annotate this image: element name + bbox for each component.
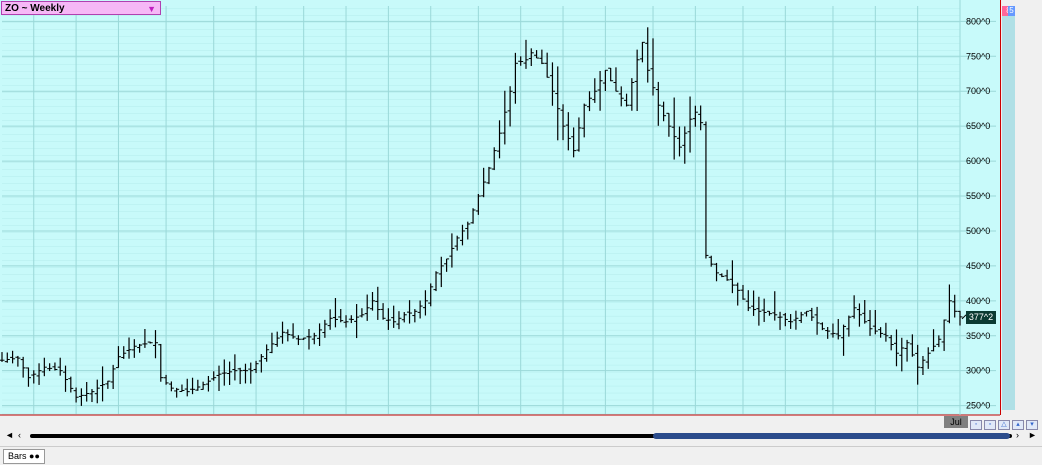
symbol-selector[interactable]: ZO ~ Weekly ▼ (1, 1, 161, 15)
last-price-badge: 377^2 (966, 311, 996, 324)
y-tick-label: 650^0 (966, 121, 990, 131)
scroll-right-small-icon[interactable]: › (1016, 430, 1019, 440)
bars-tab-label: Bars (8, 451, 27, 461)
nav-button-4[interactable]: ▴ (1012, 420, 1024, 430)
nav-button-5[interactable]: ▾ (1026, 420, 1038, 430)
y-tick-label: 400^0 (966, 296, 990, 306)
y-tick-label: 600^0 (966, 156, 990, 166)
y-tick-label: 250^0 (966, 401, 990, 411)
symbol-label: ZO ~ Weekly (5, 3, 65, 14)
y-tick-label: 450^0 (966, 261, 990, 271)
bars-tab[interactable]: Bars ●● (3, 449, 45, 464)
bottom-tab-bar: Bars ●● (0, 446, 1042, 465)
y-tick-label: 800^0 (966, 16, 990, 26)
link-icon: ●● (29, 451, 40, 461)
current-period-marker: Jul (944, 416, 968, 428)
dropdown-arrow-icon[interactable]: ▼ (147, 2, 156, 16)
scroll-left-icon[interactable]: ◄ (5, 430, 14, 440)
scroll-right-icon[interactable]: ► (1028, 430, 1037, 440)
scale-button-5[interactable]: 5 (1008, 6, 1015, 16)
y-tick-label: 700^0 (966, 86, 990, 96)
scroll-left-small-icon[interactable]: ‹ (18, 430, 21, 440)
scroll-thumb[interactable] (653, 433, 1010, 439)
nav-button-3[interactable]: △ (998, 420, 1010, 430)
nav-button-2[interactable]: ▫ (984, 420, 996, 430)
price-chart[interactable]: 250^0 300^0 350^0 400^0 450^0 500^0 550^0 600^0… (0, 0, 1000, 416)
y-tick-label: 300^0 (966, 366, 990, 376)
y-tick-label: 350^0 (966, 331, 990, 341)
nav-button-1[interactable]: ◦ (970, 420, 982, 430)
right-scale-strip[interactable]: 8 5 (1002, 6, 1015, 410)
y-tick-label: 550^0 (966, 191, 990, 201)
y-tick-label: 750^0 (966, 51, 990, 61)
time-scrollbar[interactable]: ◄ ‹ › ► (0, 429, 1042, 443)
y-tick-label: 500^0 (966, 226, 990, 236)
